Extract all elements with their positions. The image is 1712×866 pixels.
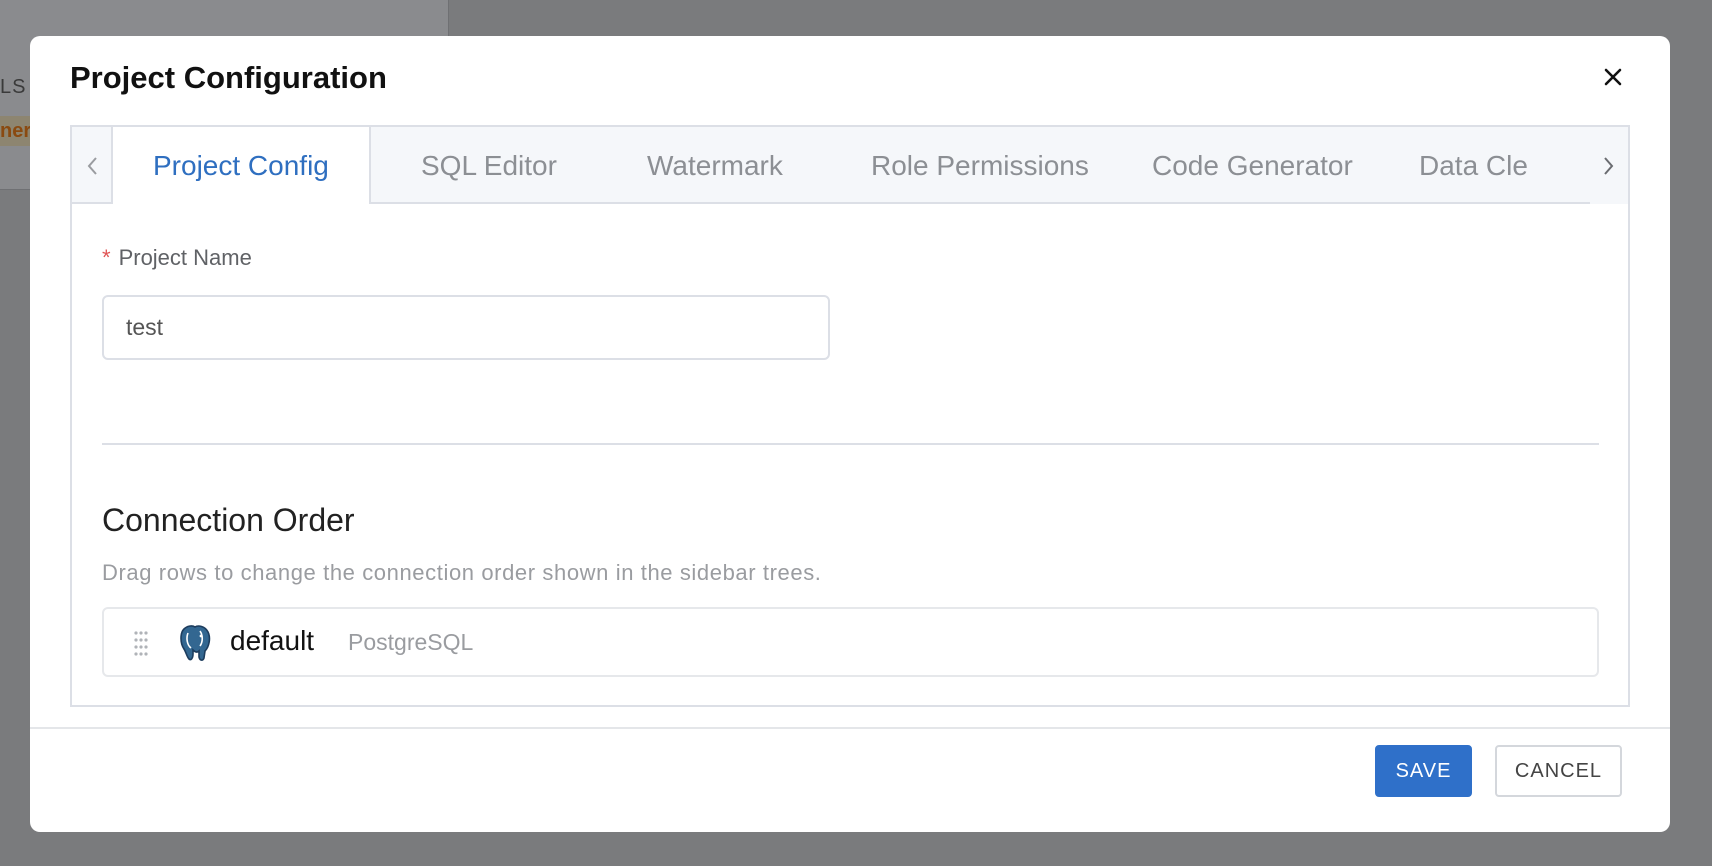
tab-scroll-next-button[interactable] [1590,127,1628,204]
background-partial-label: LS [0,76,27,98]
tab-role-permissions[interactable]: Role Permissions [831,127,1129,204]
connection-order-title: Connection Order [102,502,355,538]
dialog-title: Project Configuration [70,60,387,95]
tab-watermark[interactable]: Watermark [607,127,823,204]
chevron-right-icon [1604,156,1614,175]
postgresql-icon [180,625,211,661]
project-name-label: * Project Name [102,245,252,271]
tab-code-generator[interactable]: Code Generator [1112,127,1393,204]
background-partial-badge: ner [0,116,34,146]
tabs-container: Project Config SQL Editor Watermark Role… [70,125,1630,707]
close-button[interactable] [1598,62,1628,92]
drag-handle-icon[interactable] [132,630,150,656]
connection-type: PostgreSQL [348,629,474,655]
section-divider [102,443,1599,445]
tab-data-cleanup[interactable]: Data Cle [1379,127,1568,204]
close-icon [1604,68,1622,86]
tab-sql-editor[interactable]: SQL Editor [381,127,597,204]
required-indicator: * [102,245,111,270]
tab-strip: Project Config SQL Editor Watermark Role… [113,127,1590,204]
save-button[interactable]: SAVE [1375,745,1472,797]
tab-bar: Project Config SQL Editor Watermark Role… [72,127,1628,204]
connection-name: default [230,625,315,656]
footer-divider [30,727,1670,729]
project-configuration-dialog: Project Configuration Project Config SQL… [30,36,1670,832]
tab-scroll-prev-button[interactable] [72,127,113,204]
connection-row[interactable]: default PostgreSQL [102,607,1599,677]
connection-order-description: Drag rows to change the connection order… [102,560,822,585]
project-name-label-text: Project Name [118,245,252,270]
tab-project-config[interactable]: Project Config [113,127,371,204]
chevron-left-icon [87,156,97,175]
project-name-input[interactable]: test [102,295,830,360]
cancel-button[interactable]: CANCEL [1495,745,1622,797]
